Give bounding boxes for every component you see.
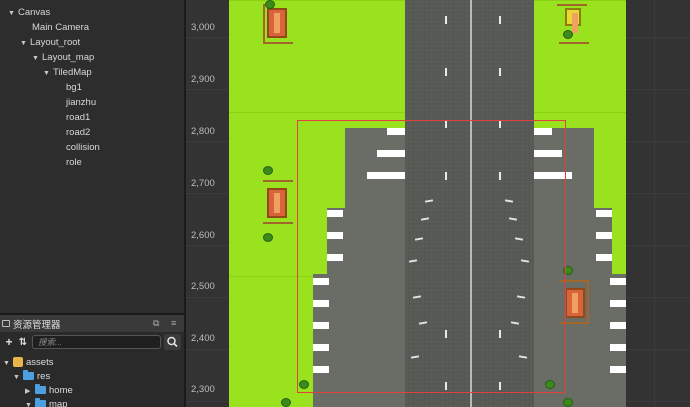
folder-icon [35,384,46,394]
tree-item-layout-root[interactable]: ▼ Layout_root [20,35,80,50]
tree-item-layout-map[interactable]: ▼ Layout_map [32,50,94,65]
house [267,8,287,38]
assets-panel-title: 资源管理器 [13,319,61,331]
bush [265,0,275,9]
lane-marking [499,68,501,76]
parking-stall [596,210,612,217]
tree-item-label: Layout_root [30,37,81,48]
parking-stall [610,344,626,351]
chevron-right-icon[interactable]: ▶ [25,385,35,399]
maximize-icon[interactable]: ⧉ [153,318,159,329]
asset-item-label: assets [26,357,54,368]
chevron-down-icon[interactable]: ▼ [43,66,53,81]
asset-item-label: home [49,385,73,396]
menu-icon[interactable]: ≡ [171,318,176,328]
tree-item-label: TiledMap [53,67,92,78]
folder-icon [2,320,10,327]
fence [263,42,293,44]
fence [263,4,265,44]
parking-stall [610,366,626,373]
bush [563,398,573,407]
scene-view[interactable]: 3,000 2,900 2,800 2,700 2,600 2,500 2,40… [186,0,690,407]
house [267,188,287,218]
asset-item-label: res [37,371,51,382]
fence [559,42,589,44]
parking-stall [610,300,626,307]
asset-item-map[interactable]: ▼ map [25,398,67,407]
folder-icon [35,398,46,407]
ruler-label: 2,300 [191,384,215,395]
bush [263,166,273,175]
tree-item-main-camera[interactable]: Main Camera [32,20,89,35]
tree-item-bg1[interactable]: bg1 [66,80,82,95]
tree-item-role[interactable]: role [66,155,82,170]
bush [563,30,573,39]
hierarchy-panel: ▼ Canvas Main Camera ▼ Layout_root ▼ Layout… [0,0,184,313]
fence [557,4,587,6]
search-input[interactable]: 搜索... [32,335,161,349]
chevron-down-icon[interactable]: ▼ [3,357,13,371]
search-button[interactable] [164,334,181,350]
asset-item-home[interactable]: ▶ home [25,384,73,398]
tree-item-road1[interactable]: road1 [66,110,90,125]
ruler-label: 2,900 [191,74,215,85]
tree-item-label: road2 [66,127,91,138]
tree-item-label: jianzhu [66,97,97,108]
fence [587,280,589,324]
chevron-down-icon[interactable]: ▼ [20,36,30,51]
tree-item-collision[interactable]: collision [66,140,100,155]
tree-item-jianzhu[interactable]: jianzhu [66,95,96,110]
chevron-down-icon[interactable]: ▼ [32,51,42,66]
tree-item-label: Layout_map [42,52,95,63]
ruler-label: 2,600 [191,230,215,241]
folder-icon [23,370,34,380]
parking-stall [596,232,612,239]
selection-rect[interactable] [297,120,566,393]
tree-item-label: bg1 [66,82,82,93]
chevron-down-icon[interactable]: ▼ [13,371,23,385]
lane-marking [499,16,501,24]
ruler-label: 2,500 [191,281,215,292]
asset-item-res[interactable]: ▼ res [13,370,50,384]
ruler-label: 2,700 [191,178,215,189]
tree-item-label: Canvas [18,7,51,18]
chevron-down-icon[interactable]: ▼ [25,399,35,407]
parking-stall [596,254,612,261]
parking-stall [610,278,626,285]
house [565,288,585,318]
tree-item-tiledmap[interactable]: ▼ TiledMap [43,65,92,80]
tree-item-road2[interactable]: road2 [66,125,90,140]
ruler-label: 2,400 [191,333,215,344]
tree-item-label: road1 [66,112,91,123]
shop [565,8,581,33]
asset-item-assets[interactable]: ▼ assets [3,356,53,370]
tree-item-label: collision [66,142,100,153]
bush [263,233,273,242]
assets-panel: 资源管理器 ⧉ ≡ + ⇅ 搜索... ▼ assets ▼ res ▶ home ▼… [0,313,184,407]
ruler-label: 2,800 [191,126,215,137]
search-icon [167,336,178,348]
tree-item-label: Main Camera [32,22,90,33]
assets-toolbar: + ⇅ 搜索... [0,332,184,352]
lane-marking [445,68,447,76]
grid-line [654,0,655,407]
plus-icon[interactable]: + [2,335,16,349]
lane-marking [445,16,447,24]
tree-item-label: role [66,157,82,168]
chevron-down-icon[interactable]: ▼ [8,6,18,21]
ruler-label: 3,000 [191,22,215,33]
fence [263,180,293,182]
sidewalk-right-edge [610,274,626,407]
parking-stall [610,322,626,329]
tree-item-canvas[interactable]: ▼ Canvas [8,5,50,20]
sort-icon[interactable]: ⇅ [16,337,30,348]
bush [281,398,291,407]
assets-db-icon [13,357,23,367]
fence [263,222,293,224]
asset-item-label: map [49,399,68,407]
assets-panel-header: 资源管理器 ⧉ ≡ [0,315,184,332]
